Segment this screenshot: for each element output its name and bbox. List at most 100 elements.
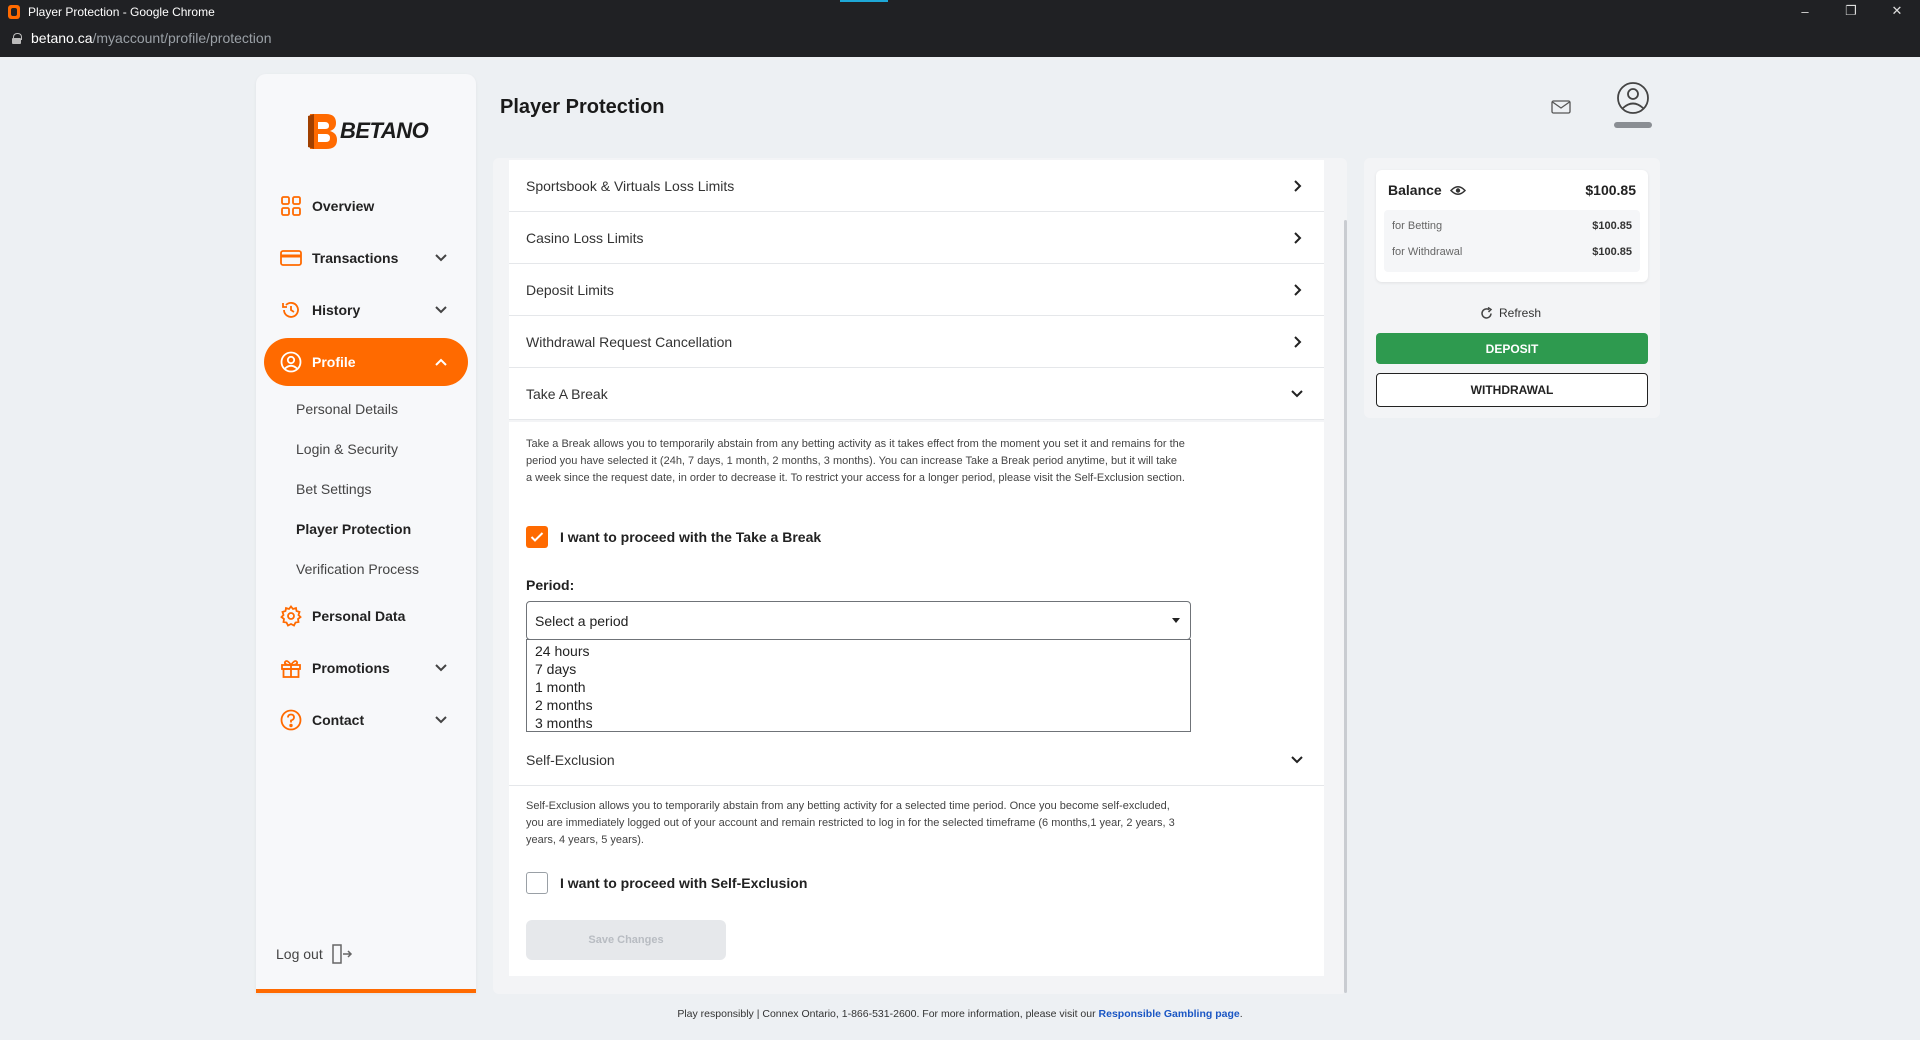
content-scrollbar[interactable] bbox=[1344, 220, 1347, 993]
close-button[interactable]: ✕ bbox=[1874, 0, 1920, 22]
betano-logo-icon bbox=[304, 110, 338, 152]
nav-label: Profile bbox=[312, 354, 356, 370]
card-icon bbox=[280, 247, 302, 269]
take-a-break-checkbox[interactable] bbox=[526, 526, 548, 548]
checkmark-icon bbox=[530, 532, 544, 542]
chevron-up-icon[interactable] bbox=[432, 353, 450, 371]
chevron-down-icon[interactable] bbox=[432, 249, 450, 267]
sub-login-security[interactable]: Login & Security bbox=[296, 441, 398, 457]
footer: Play responsibly | Connex Ontario, 1-866… bbox=[0, 1008, 1920, 1020]
period-option[interactable]: 24 hours bbox=[527, 642, 1190, 660]
withdrawal-label: for Withdrawal bbox=[1392, 246, 1463, 258]
betting-value: $100.85 bbox=[1592, 220, 1632, 232]
row-sportsbook-loss-limits[interactable]: Sportsbook & Virtuals Loss Limits bbox=[509, 160, 1324, 212]
eye-icon[interactable] bbox=[1449, 185, 1466, 196]
tab-indicator bbox=[840, 0, 888, 2]
restore-button[interactable]: ❐ bbox=[1828, 0, 1874, 22]
brand-name: BETANO bbox=[340, 118, 429, 143]
chevron-down-icon[interactable] bbox=[432, 711, 450, 729]
self-exclusion-checkbox-row[interactable]: I want to proceed with Self-Exclusion bbox=[526, 872, 807, 894]
nav-contact[interactable]: Contact bbox=[264, 696, 468, 744]
sub-player-protection[interactable]: Player Protection bbox=[296, 521, 411, 537]
balance-label: Balance bbox=[1388, 182, 1442, 198]
period-option[interactable]: 1 month bbox=[527, 678, 1190, 696]
chevron-down-icon[interactable] bbox=[432, 301, 450, 319]
sidebar: BETANO Overview Transactions History Pro… bbox=[256, 74, 476, 993]
refresh-icon bbox=[1481, 306, 1493, 319]
row-deposit-limits[interactable]: Deposit Limits bbox=[509, 264, 1324, 316]
sub-personal-details[interactable]: Personal Details bbox=[296, 401, 398, 417]
period-select[interactable]: Select a period bbox=[526, 601, 1191, 640]
browser-chrome: Player Protection - Google Chrome – ❐ ✕ … bbox=[0, 0, 1920, 57]
save-changes-button[interactable]: Save Changes bbox=[526, 920, 726, 960]
window-title-bar: Player Protection - Google Chrome bbox=[8, 3, 215, 21]
chevron-right-icon bbox=[1294, 336, 1302, 348]
deposit-button[interactable]: DEPOSIT bbox=[1376, 333, 1648, 364]
url-domain: betano.ca bbox=[31, 30, 93, 46]
address-bar[interactable]: betano.ca/myaccount/profile/protection bbox=[12, 30, 271, 46]
balance-heading: Balance bbox=[1388, 182, 1466, 198]
period-select-value: Select a period bbox=[535, 612, 629, 629]
balance-breakdown: for Betting $100.85 for Withdrawal $100.… bbox=[1384, 210, 1640, 272]
sub-verification-process[interactable]: Verification Process bbox=[296, 561, 419, 577]
nav-personal-data[interactable]: Personal Data bbox=[264, 592, 468, 640]
period-option[interactable]: 2 months bbox=[527, 696, 1190, 714]
period-dropdown: 24 hours 7 days 1 month 2 months 3 month… bbox=[526, 639, 1191, 732]
responsible-gambling-link[interactable]: Responsible Gambling page bbox=[1099, 1008, 1240, 1020]
nav-label: Contact bbox=[312, 712, 365, 728]
row-casino-loss-limits[interactable]: Casino Loss Limits bbox=[509, 212, 1324, 264]
nav-label: Overview bbox=[312, 198, 375, 214]
logout-link[interactable]: Log out bbox=[276, 944, 353, 964]
period-label: Period: bbox=[526, 577, 575, 593]
period-option[interactable]: 7 days bbox=[527, 660, 1190, 678]
take-a-break-description: Take a Break allows you to temporarily a… bbox=[526, 438, 1185, 484]
take-a-break-checkbox-label: I want to proceed with the Take a Break bbox=[560, 529, 822, 545]
nav-overview[interactable]: Overview bbox=[264, 182, 468, 230]
avatar[interactable] bbox=[1612, 80, 1654, 130]
nav-label: Transactions bbox=[312, 250, 399, 266]
row-label: Self-Exclusion bbox=[526, 751, 615, 768]
withdrawal-value: $100.85 bbox=[1592, 246, 1632, 258]
gear-icon bbox=[280, 605, 302, 627]
nav-transactions[interactable]: Transactions bbox=[264, 234, 468, 282]
protection-accordion: Sportsbook & Virtuals Loss Limits Casino… bbox=[509, 160, 1324, 420]
self-exclusion-checkbox[interactable] bbox=[526, 872, 548, 894]
nav-promotions[interactable]: Promotions bbox=[264, 644, 468, 692]
chevron-right-icon bbox=[1294, 232, 1302, 244]
gift-icon bbox=[280, 657, 302, 679]
mail-icon[interactable] bbox=[1551, 100, 1571, 114]
betting-label: for Betting bbox=[1392, 220, 1443, 232]
withdrawal-button[interactable]: WITHDRAWAL bbox=[1376, 373, 1648, 407]
balance-total: $100.85 bbox=[1585, 182, 1636, 198]
chevron-down-icon bbox=[1291, 390, 1303, 398]
nav-profile[interactable]: Profile bbox=[264, 338, 468, 386]
help-icon bbox=[280, 709, 302, 731]
row-label: Take A Break bbox=[526, 385, 608, 402]
row-take-a-break[interactable]: Take A Break bbox=[509, 368, 1324, 420]
row-label: Deposit Limits bbox=[526, 281, 614, 298]
row-self-exclusion[interactable]: Self-Exclusion bbox=[509, 734, 1324, 786]
window-title: Player Protection - Google Chrome bbox=[28, 5, 215, 19]
balance-summary: Balance $100.85 for Betting $100.85 for … bbox=[1376, 170, 1648, 282]
nav-history[interactable]: History bbox=[264, 286, 468, 334]
minimize-button[interactable]: – bbox=[1782, 0, 1828, 22]
refresh-button[interactable]: Refresh bbox=[1480, 306, 1541, 320]
footer-suffix: . bbox=[1239, 1008, 1243, 1020]
row-label: Casino Loss Limits bbox=[526, 229, 644, 246]
take-a-break-checkbox-row[interactable]: I want to proceed with the Take a Break bbox=[526, 526, 821, 548]
sub-bet-settings[interactable]: Bet Settings bbox=[296, 481, 372, 497]
betano-logo[interactable]: BETANO bbox=[304, 110, 429, 152]
period-option[interactable]: 3 months bbox=[527, 714, 1190, 732]
grid-icon bbox=[280, 195, 302, 217]
nav-label: History bbox=[312, 302, 361, 318]
take-a-break-panel: Take a Break allows you to temporarily a… bbox=[509, 422, 1324, 734]
chevron-down-icon bbox=[1291, 756, 1303, 764]
nav-label: Personal Data bbox=[312, 608, 406, 624]
row-label: Sportsbook & Virtuals Loss Limits bbox=[526, 177, 735, 194]
footer-text: Play responsibly | Connex Ontario, 1-866… bbox=[677, 1008, 1099, 1020]
chevron-right-icon bbox=[1294, 180, 1302, 192]
self-exclusion-checkbox-label: I want to proceed with Self-Exclusion bbox=[560, 875, 808, 891]
chevron-right-icon bbox=[1294, 284, 1302, 296]
row-withdrawal-request-cancellation[interactable]: Withdrawal Request Cancellation bbox=[509, 316, 1324, 368]
chevron-down-icon[interactable] bbox=[432, 659, 450, 677]
